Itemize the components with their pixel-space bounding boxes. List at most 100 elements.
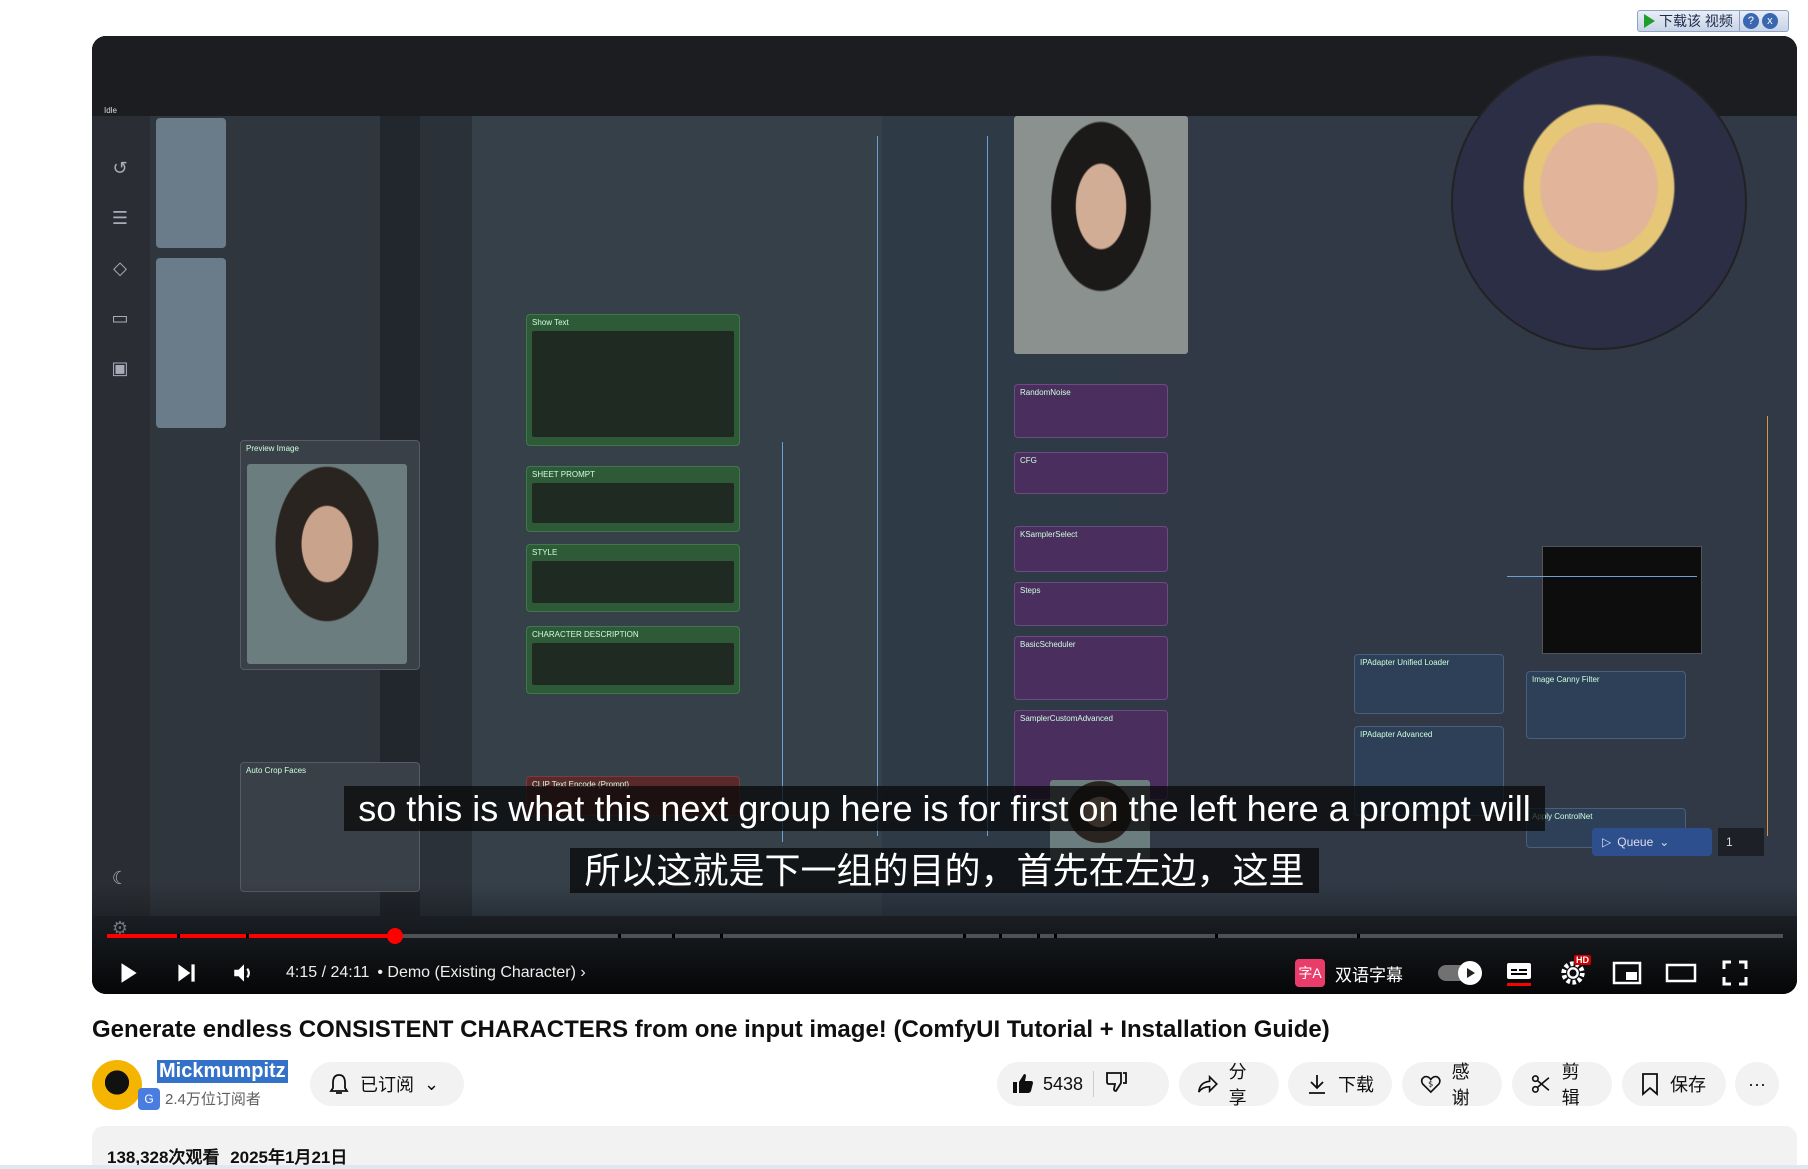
download-button[interactable]: 下载 bbox=[1288, 1062, 1392, 1106]
history-icon: ↺ bbox=[112, 158, 128, 178]
download-icon bbox=[1309, 1075, 1325, 1094]
like-separator bbox=[1093, 1071, 1095, 1097]
bookmark-icon bbox=[1642, 1073, 1658, 1096]
miniplayer-button[interactable] bbox=[1607, 953, 1647, 993]
like-button[interactable]: 5438 bbox=[1011, 1072, 1083, 1096]
node-title: SamplerCustomAdvanced bbox=[1020, 714, 1113, 723]
chapter-title-button[interactable]: • Demo (Existing Character) › bbox=[377, 964, 585, 982]
chapter-marker bbox=[1037, 934, 1041, 938]
chapter-marker bbox=[177, 934, 181, 938]
node-wire bbox=[987, 136, 988, 836]
node-body bbox=[532, 561, 734, 603]
video-player[interactable]: Idle ↺ ☰ ◇ ▭ ▣ ☾ ⚙ Preview Image Auto Cr… bbox=[92, 36, 1797, 994]
dislike-button[interactable] bbox=[1104, 1070, 1128, 1099]
channel-name[interactable]: Mickmumpitz bbox=[157, 1060, 288, 1083]
show-text-node: Show Text bbox=[526, 314, 740, 446]
save-button[interactable]: 保存 bbox=[1622, 1062, 1726, 1106]
image-canny-filter-node: Image Canny Filter bbox=[1526, 671, 1686, 739]
right-controls: 字A 双语字幕 HD bbox=[1295, 948, 1755, 994]
bottom-border bbox=[0, 1165, 1808, 1169]
character-fullbody-image bbox=[156, 118, 226, 248]
share-label: 分享 bbox=[1228, 1062, 1247, 1108]
share-button[interactable]: 分享 bbox=[1179, 1062, 1279, 1108]
captions-button[interactable] bbox=[1499, 953, 1539, 993]
subscribed-button[interactable]: 已订阅 ⌄ bbox=[310, 1062, 464, 1106]
autoplay-toggle[interactable] bbox=[1431, 953, 1485, 993]
download-helper-toolbar: 下载该 视频 ? x bbox=[1637, 10, 1789, 32]
download-video-label: 下载该 视频 bbox=[1659, 13, 1733, 29]
volume-icon bbox=[234, 964, 250, 982]
node-wire bbox=[1767, 416, 1768, 836]
generated-face-image bbox=[1014, 116, 1188, 354]
description-box[interactable] bbox=[92, 1126, 1797, 1169]
node-body bbox=[532, 331, 734, 437]
bilingual-subtitles-icon: 字A bbox=[1295, 959, 1325, 987]
bilingual-subtitles-label: 双语字幕 bbox=[1335, 965, 1403, 985]
play-icon bbox=[121, 963, 137, 983]
next-button[interactable] bbox=[166, 953, 206, 993]
node-title: IPAdapter Unified Loader bbox=[1360, 658, 1450, 667]
autoplay-play-icon bbox=[1467, 968, 1475, 978]
download-label: 下载 bbox=[1338, 1075, 1374, 1095]
image-gallery-icon: ▣ bbox=[111, 358, 129, 378]
character-description-node: CHARACTER DESCRIPTION bbox=[526, 626, 740, 694]
node-title: CFG bbox=[1020, 456, 1037, 465]
node-title: Auto Crop Faces bbox=[246, 766, 307, 775]
ipadapter-unified-loader-node: IPAdapter Unified Loader bbox=[1354, 654, 1504, 714]
pose-sheet-image bbox=[1542, 546, 1702, 654]
hd-badge: HD bbox=[1574, 955, 1591, 965]
volume-button[interactable] bbox=[224, 953, 264, 993]
miniplayer-icon bbox=[1612, 961, 1642, 985]
node-title: Image Canny Filter bbox=[1532, 675, 1600, 684]
node-title: RandomNoise bbox=[1020, 388, 1071, 397]
comfyui-status: Idle bbox=[104, 106, 117, 115]
thanks-button[interactable]: $ 感谢 bbox=[1402, 1062, 1502, 1108]
node-title: STYLE bbox=[532, 548, 558, 557]
clip-label: 剪辑 bbox=[1561, 1062, 1580, 1108]
random-noise-node: RandomNoise bbox=[1014, 384, 1168, 438]
like-count: 5438 bbox=[1043, 1073, 1084, 1094]
theater-mode-button[interactable] bbox=[1661, 953, 1701, 993]
play-icon bbox=[1644, 14, 1655, 28]
time-display: 4:15 / 24:11 bbox=[286, 964, 369, 982]
download-video-button[interactable]: 下载该 视频 bbox=[1638, 11, 1740, 31]
chapter-marker bbox=[1357, 934, 1361, 938]
google-translate-icon[interactable]: G bbox=[138, 1088, 160, 1110]
more-actions-button[interactable]: ··· bbox=[1735, 1062, 1779, 1106]
node-title: IPAdapter Advanced bbox=[1360, 730, 1433, 739]
play-button[interactable] bbox=[108, 953, 148, 993]
chevron-right-icon: › bbox=[580, 964, 586, 981]
cfg-node: CFG bbox=[1014, 452, 1168, 494]
scissors-icon bbox=[1531, 1075, 1550, 1093]
model-cube-icon: ◇ bbox=[113, 258, 127, 278]
channel-row: G Mickmumpitz 2.4万位订阅者 已订阅 ⌄ 5438 分享 下载 … bbox=[92, 1058, 1797, 1114]
thumbs-down-icon bbox=[1106, 1071, 1127, 1092]
presenter-webcam bbox=[1451, 54, 1747, 350]
skip-next-icon bbox=[178, 964, 195, 982]
help-icon[interactable]: ? bbox=[1742, 13, 1759, 29]
node-title: BasicScheduler bbox=[1020, 640, 1076, 649]
chapter-marker bbox=[671, 934, 675, 938]
channel-avatar[interactable] bbox=[92, 1060, 142, 1110]
time-total: 24:11 bbox=[330, 964, 370, 981]
close-icon[interactable]: x bbox=[1761, 13, 1778, 29]
node-title: KSamplerSelect bbox=[1020, 530, 1078, 539]
chapter-title: Demo (Existing Character) bbox=[387, 964, 576, 981]
bell-icon bbox=[329, 1074, 349, 1094]
subscriber-count: 2.4万位订阅者 bbox=[165, 1091, 261, 1108]
video-frame: Idle ↺ ☰ ◇ ▭ ▣ ☾ ⚙ Preview Image Auto Cr… bbox=[92, 36, 1797, 994]
chapter-marker bbox=[963, 934, 967, 938]
fullscreen-button[interactable] bbox=[1715, 953, 1755, 993]
bilingual-subtitles-button[interactable]: 字A 双语字幕 bbox=[1295, 959, 1403, 987]
node-body bbox=[532, 483, 734, 523]
node-title: Preview Image bbox=[246, 444, 299, 453]
node-title: SHEET PROMPT bbox=[532, 470, 595, 479]
settings-button[interactable]: HD bbox=[1553, 953, 1593, 993]
theater-mode-icon bbox=[1665, 963, 1697, 983]
queue-list-icon: ☰ bbox=[111, 208, 129, 228]
style-node: STYLE bbox=[526, 544, 740, 612]
progress-bar[interactable] bbox=[107, 928, 1783, 944]
clip-button[interactable]: 剪辑 bbox=[1512, 1062, 1612, 1108]
folder-icon: ▭ bbox=[111, 308, 129, 328]
character-fullbody-image bbox=[156, 258, 226, 428]
